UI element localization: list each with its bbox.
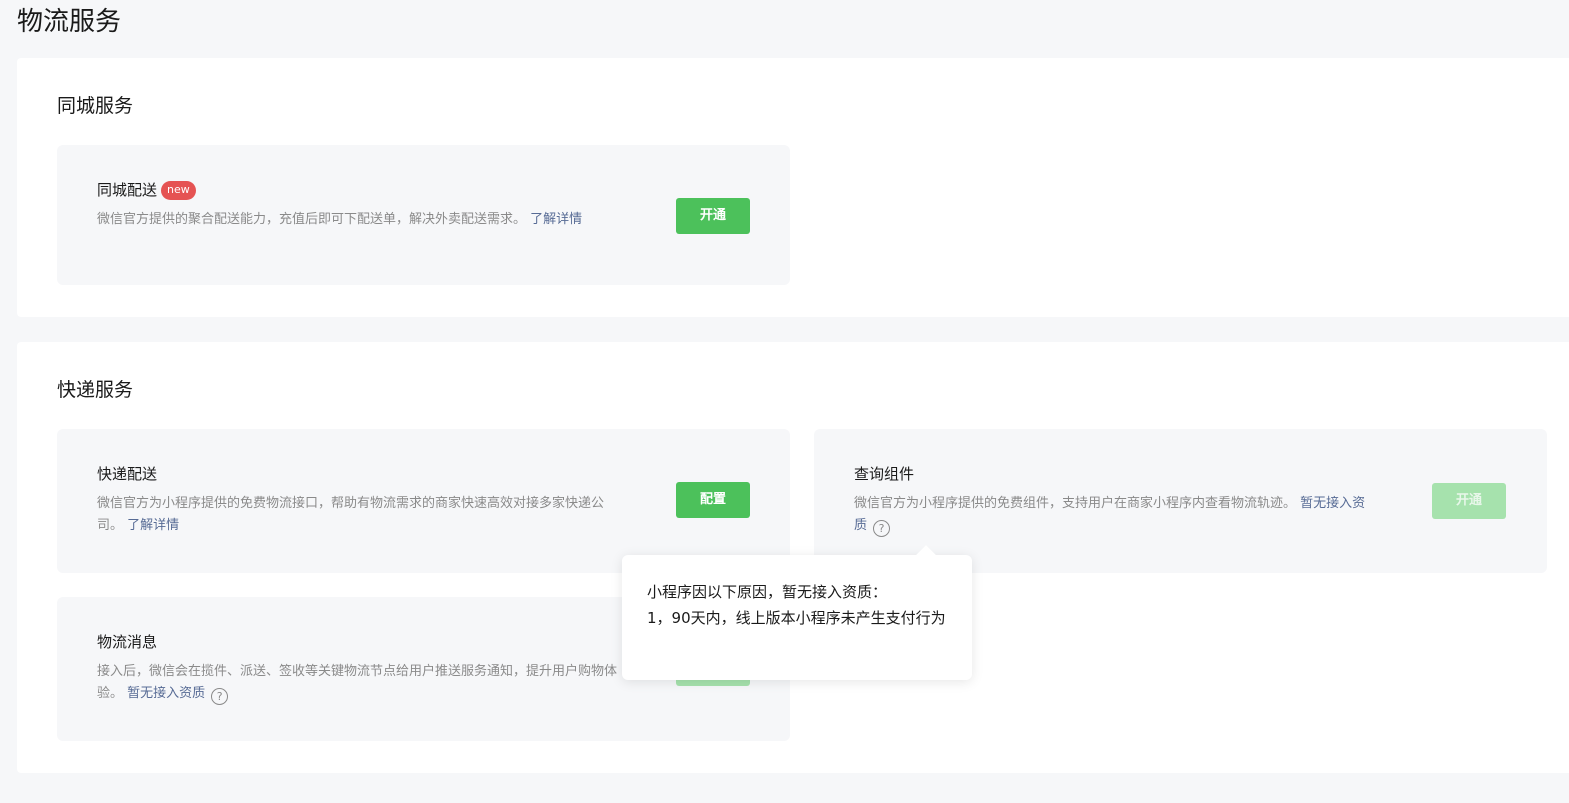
card-express-delivery: 快递配送 微信官方为小程序提供的免费物流接口，帮助有物流需求的商家快速高效对接多… xyxy=(57,429,790,573)
card-title: 快递配送 xyxy=(97,463,157,485)
card-description: 微信官方为小程序提供的免费物流接口，帮助有物流需求的商家快速高效对接多家快递公司… xyxy=(97,493,617,537)
card-desc-text: 微信官方为小程序提供的免费组件，支持用户在商家小程序内查看物流轨迹。 xyxy=(854,496,1297,511)
activate-button[interactable]: 开通 xyxy=(676,198,750,234)
section-title-city: 同城服务 xyxy=(57,95,134,117)
card-description: 接入后，微信会在揽件、派送、签收等关键物流节点给用户推送服务通知，提升用户购物体… xyxy=(97,661,617,705)
card-city-delivery: 同城配送 new 微信官方提供的聚合配送能力，充值后即可下配送单，解决外卖配送需… xyxy=(57,145,790,285)
configure-button[interactable]: 配置 xyxy=(676,482,750,518)
question-icon[interactable]: ? xyxy=(211,688,229,705)
city-service-section: 同城服务 同城配送 new 微信官方提供的聚合配送能力，充值后即可下配送单，解决… xyxy=(17,58,1569,317)
card-description: 微信官方提供的聚合配送能力，充值后即可下配送单，解决外卖配送需求。 了解详情 xyxy=(97,209,617,231)
question-icon[interactable]: ? xyxy=(873,520,891,537)
page-title: 物流服务 xyxy=(17,7,122,37)
card-title-text: 同城配送 xyxy=(97,181,158,199)
learn-more-link[interactable]: 了解详情 xyxy=(127,518,179,533)
card-title-text: 查询组件 xyxy=(854,465,915,483)
card-title: 查询组件 xyxy=(854,463,914,485)
card-title: 同城配送 new xyxy=(97,179,196,201)
activate-button-disabled: 开通 xyxy=(1432,483,1506,519)
qualification-tooltip: 小程序因以下原因，暂无接入资质： 1，90天内，线上版本小程序未产生支付行为 xyxy=(622,555,972,680)
card-title-text: 快递配送 xyxy=(97,465,158,483)
card-description: 微信官方为小程序提供的免费组件，支持用户在商家小程序内查看物流轨迹。 暂无接入资… xyxy=(854,493,1374,537)
learn-more-link[interactable]: 了解详情 xyxy=(530,212,582,227)
section-title-express: 快递服务 xyxy=(57,379,134,401)
new-badge: new xyxy=(161,180,196,200)
tooltip-heading: 小程序因以下原因，暂无接入资质： xyxy=(647,583,888,601)
card-title-text: 物流消息 xyxy=(97,633,158,651)
tooltip-reason: 1，90天内，线上版本小程序未产生支付行为 xyxy=(647,609,946,627)
no-qualification-link[interactable]: 暂无接入资质 xyxy=(127,686,205,701)
card-title: 物流消息 xyxy=(97,631,157,653)
card-desc-text: 微信官方提供的聚合配送能力，充值后即可下配送单，解决外卖配送需求。 xyxy=(97,212,527,227)
